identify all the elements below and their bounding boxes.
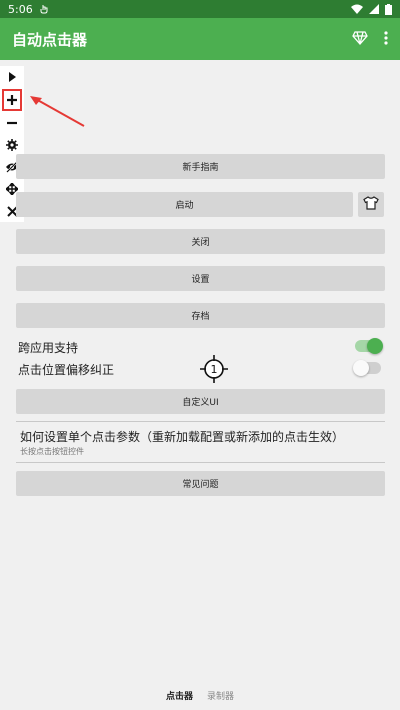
divider (16, 421, 385, 422)
save-button[interactable]: 存档 (16, 303, 385, 328)
info-title[interactable]: 如何设置单个点击参数（重新加载配置或新添加的点击生效） (20, 428, 344, 445)
diamond-icon[interactable] (352, 30, 368, 49)
battery-icon (385, 3, 392, 15)
add-icon[interactable] (2, 89, 22, 111)
remove-icon[interactable] (0, 112, 24, 134)
faq-button[interactable]: 常见问题 (16, 471, 385, 496)
status-time: 5:06 (8, 2, 33, 16)
offset-correction-switch[interactable] (353, 360, 381, 376)
app-title: 自动点击器 (12, 30, 88, 49)
settings-icon[interactable] (0, 134, 24, 156)
start-button[interactable]: 启动 (16, 192, 353, 217)
click-target-marker[interactable]: 1 (200, 355, 228, 383)
stop-button[interactable]: 关闭 (16, 229, 385, 254)
status-bar: 5:06 (0, 0, 400, 18)
app-bar: 自动点击器 (0, 18, 400, 60)
tab-clicker[interactable]: 点击器 (166, 689, 193, 702)
tab-recorder[interactable]: 录制器 (207, 689, 234, 702)
play-icon[interactable] (0, 66, 24, 88)
custom-ui-button[interactable]: 自定义UI (16, 389, 385, 414)
shirt-icon (363, 195, 379, 214)
signal-icon (369, 4, 379, 14)
cross-app-switch[interactable] (355, 338, 383, 354)
info-subtitle: 长按点击按钮控件 (20, 447, 84, 456)
wifi-icon (351, 4, 363, 14)
offset-correction-label: 点击位置偏移纠正 (18, 363, 115, 377)
more-options-icon[interactable] (384, 30, 388, 49)
new-user-guide-button[interactable]: 新手指南 (16, 154, 385, 179)
bottom-navigation: 点击器 录制器 (0, 680, 400, 710)
settings-button[interactable]: 设置 (16, 266, 385, 291)
divider (16, 462, 385, 463)
theme-button[interactable] (358, 192, 384, 217)
hand-icon (39, 4, 49, 14)
target-number: 1 (211, 363, 218, 376)
cross-app-label: 跨应用支持 (18, 341, 79, 355)
annotation-arrow (30, 96, 85, 127)
switch-knob (367, 338, 383, 354)
switch-knob (353, 360, 369, 376)
